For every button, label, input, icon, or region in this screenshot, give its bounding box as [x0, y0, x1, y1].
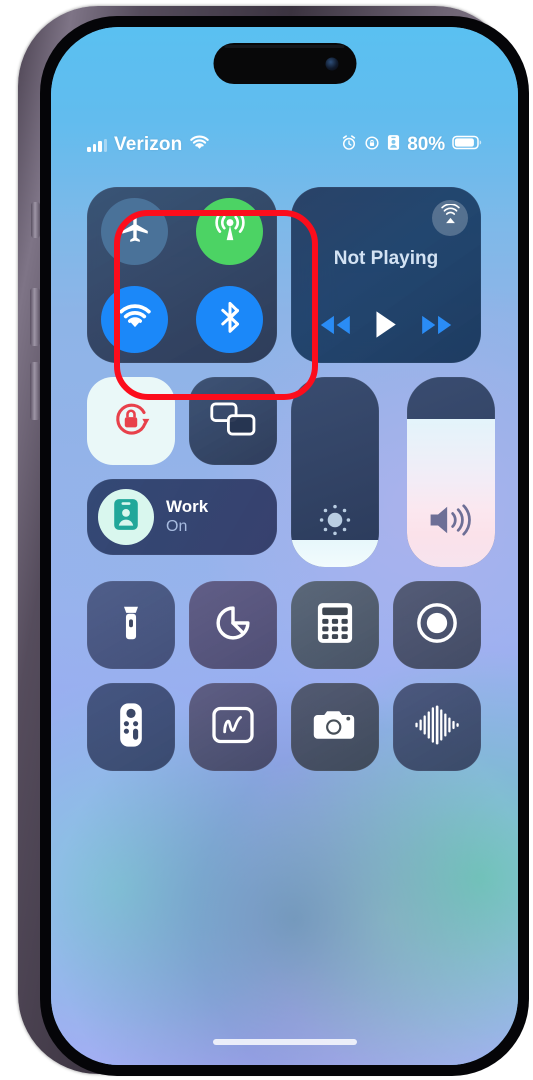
- focus-labels: Work On: [166, 497, 208, 537]
- alarm-clock-icon: [341, 134, 357, 156]
- home-indicator[interactable]: [212, 1039, 357, 1045]
- rotation-lock-icon: [364, 135, 380, 156]
- timer-icon: [211, 601, 255, 650]
- brightness-glyph: [291, 500, 379, 545]
- flashlight-icon: [110, 602, 152, 649]
- utility-row: [87, 683, 482, 771]
- battery-icon: [452, 135, 482, 155]
- battery-percent: 80%: [407, 134, 445, 155]
- status-bar-right: 80%: [341, 134, 482, 156]
- dynamic-island: [213, 43, 356, 84]
- id-badge-icon: [113, 498, 139, 536]
- earpiece-speaker: [224, 45, 345, 48]
- wifi-toggle[interactable]: [101, 285, 168, 353]
- signal-strength-icon: [87, 138, 107, 152]
- status-bar-left: Verizon: [87, 134, 210, 156]
- sliders-column: [291, 377, 495, 567]
- utility-grid: [87, 581, 482, 771]
- screen-record-tile[interactable]: [393, 581, 481, 669]
- connectivity-module[interactable]: [87, 187, 277, 363]
- rewind-button[interactable]: [317, 312, 353, 343]
- utility-row: [87, 581, 482, 669]
- control-center-middle-grid: Work On: [87, 377, 495, 567]
- focus-badge-icon: [387, 134, 400, 156]
- rotation-lock-tile[interactable]: [87, 377, 175, 465]
- rotation-lock-icon: [108, 396, 154, 447]
- front-camera-icon: [325, 57, 338, 70]
- phone-screen: Verizon 80% Not Playing Work On: [51, 27, 518, 1065]
- airplay-button[interactable]: [432, 200, 468, 236]
- brightness-slider[interactable]: [291, 377, 379, 567]
- fast-forward-button[interactable]: [419, 312, 455, 343]
- calculator-icon: [316, 601, 354, 650]
- calculator-tile[interactable]: [291, 581, 379, 669]
- bluetooth-toggle[interactable]: [196, 285, 263, 353]
- airplane-icon: [118, 212, 152, 251]
- volume-up-button[interactable]: [30, 288, 40, 346]
- cellular-data-toggle[interactable]: [196, 197, 263, 265]
- focus-mode-tile[interactable]: Work On: [87, 479, 277, 555]
- apple-tv-remote-tile[interactable]: [87, 683, 175, 771]
- tv-remote-icon: [116, 702, 146, 753]
- media-transport-controls: [291, 309, 481, 345]
- volume-glyph: [407, 500, 495, 545]
- media-playback-module[interactable]: Not Playing: [291, 187, 481, 363]
- status-bar: Verizon 80%: [51, 132, 518, 158]
- focus-name: Work: [166, 496, 209, 516]
- volume-down-button[interactable]: [30, 362, 40, 420]
- flashlight-tile[interactable]: [87, 581, 175, 669]
- tile-row: [87, 377, 277, 465]
- brightness-icon: [315, 500, 355, 545]
- quick-note-icon: [211, 706, 255, 749]
- cellular-antenna-icon: [212, 211, 248, 252]
- camera-tile[interactable]: [291, 683, 379, 771]
- play-button[interactable]: [372, 309, 400, 345]
- airplay-audio-icon: [439, 203, 462, 232]
- focus-status: On: [166, 518, 188, 536]
- focus-icon-circle: [98, 489, 154, 545]
- now-playing-title: Not Playing: [333, 248, 439, 269]
- shazam-tile[interactable]: [393, 683, 481, 771]
- quick-note-tile[interactable]: [189, 683, 277, 771]
- sound-recognition-icon: [413, 704, 461, 751]
- device-frame: Verizon 80% Not Playing Work On: [18, 6, 529, 1076]
- bluetooth-icon: [213, 300, 247, 339]
- screen-record-icon: [415, 601, 459, 650]
- carrier-name: Verizon: [114, 134, 183, 155]
- mute-switch[interactable]: [31, 202, 40, 238]
- camera-icon: [312, 706, 358, 749]
- screen-mirroring-tile[interactable]: [189, 377, 277, 465]
- toggles-column: Work On: [87, 377, 277, 567]
- volume-slider[interactable]: [407, 377, 495, 567]
- timer-tile[interactable]: [189, 581, 277, 669]
- screen-mirroring-icon: [210, 400, 256, 443]
- speaker-wave-icon: [427, 500, 475, 545]
- control-center: Not Playing Work On: [51, 187, 518, 771]
- wifi-icon: [189, 135, 210, 156]
- control-center-top-grid: Not Playing: [87, 187, 482, 363]
- airplane-mode-toggle[interactable]: [101, 197, 168, 265]
- wifi-icon: [117, 302, 153, 337]
